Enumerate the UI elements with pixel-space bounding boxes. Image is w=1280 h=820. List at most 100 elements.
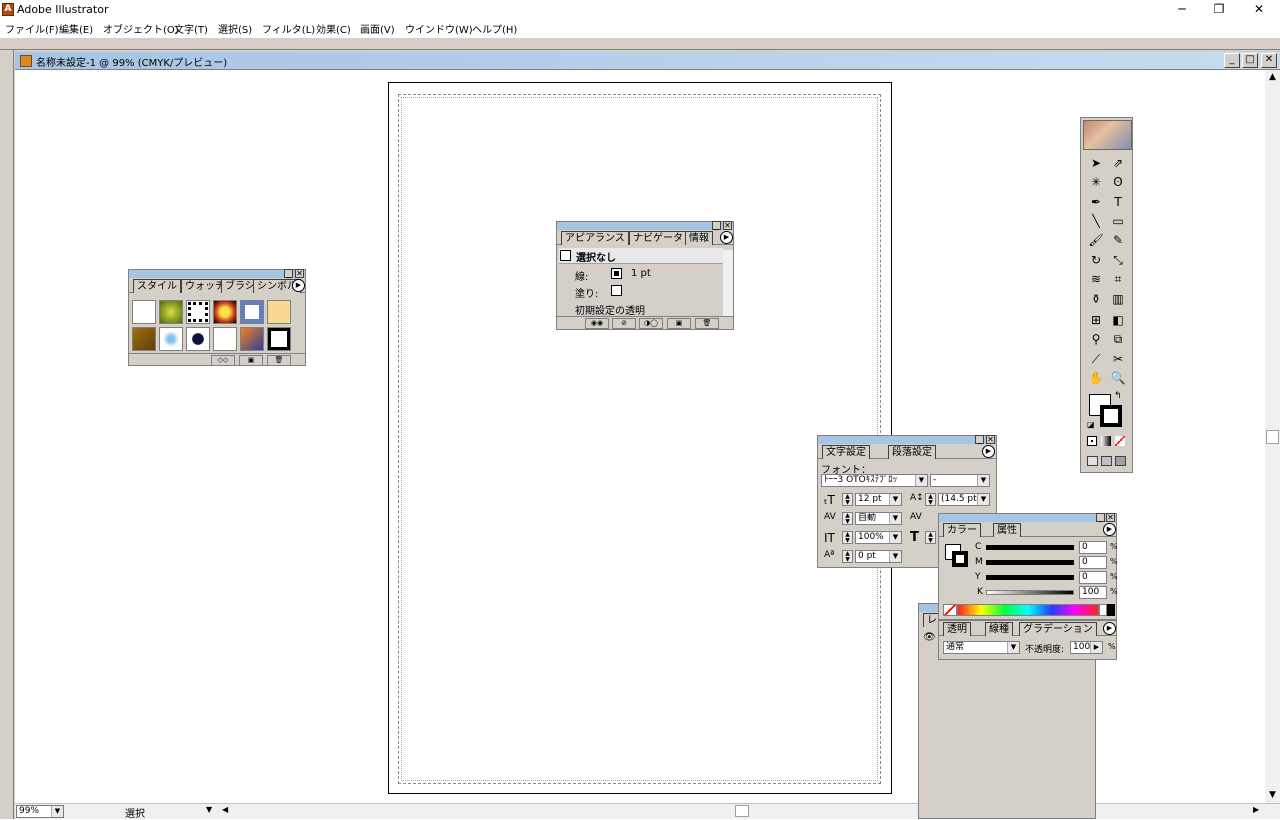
chevron-down-icon[interactable]: ▼ — [889, 494, 901, 505]
tab-info[interactable]: 情報 — [685, 231, 713, 245]
slice-tool-icon[interactable]: ⟋ — [1086, 350, 1106, 368]
tab-styles[interactable]: スタイル — [133, 279, 181, 293]
tab-attributes[interactable]: 属性 — [993, 523, 1021, 537]
default-colors-icon[interactable]: ◪ — [1087, 420, 1095, 429]
pencil-tool-icon[interactable]: ✎ — [1108, 231, 1128, 249]
free-transform-icon[interactable]: ⌗ — [1108, 270, 1128, 288]
tab-gradient[interactable]: グラデーション — [1019, 622, 1097, 636]
chevron-down-icon[interactable]: ▼ — [1007, 642, 1019, 653]
panel-menu-icon[interactable]: ▶ — [720, 231, 733, 244]
mesh-tool-icon[interactable]: ⊞ — [1086, 311, 1106, 329]
panel-minimize-button[interactable]: _ — [1096, 513, 1105, 522]
tab-transparency[interactable]: 透明 — [943, 622, 971, 636]
close-button[interactable]: ✕ — [1239, 1, 1279, 18]
yellow-slider[interactable] — [986, 575, 1074, 580]
clear-appearance-icon[interactable]: ⊘ — [612, 318, 636, 329]
vertical-scrollbar[interactable]: ▲ ▼ — [1265, 70, 1280, 803]
type-tool-icon[interactable]: T — [1108, 193, 1128, 211]
vertical-scale-stepper[interactable]: ▲ ▼ — [842, 531, 853, 544]
graph-tool-icon[interactable]: ▥ — [1108, 290, 1128, 308]
panel-menu-icon[interactable]: ▶ — [982, 445, 995, 458]
minimize-button[interactable]: ─ — [1162, 1, 1202, 18]
doc-maximize-button[interactable]: □ — [1242, 53, 1258, 68]
panel-scrollbar[interactable] — [723, 250, 733, 316]
scroll-right-arrow-icon[interactable]: ▶ — [1253, 805, 1259, 814]
tab-character[interactable]: 文字設定 — [822, 445, 870, 459]
chevron-down-icon[interactable]: ▼ — [889, 513, 901, 524]
kerning-field[interactable]: 自動 ▼ — [855, 512, 902, 525]
yellow-field[interactable]: 0 — [1079, 571, 1107, 584]
menu-edit[interactable]: 編集(E) — [59, 21, 93, 36]
zoom-tool-icon[interactable]: 🔍 — [1108, 369, 1128, 387]
panel-menu-icon[interactable]: ▶ — [292, 279, 305, 292]
scroll-up-arrow-icon[interactable]: ▲ — [1265, 70, 1280, 85]
cyan-field[interactable]: 0 — [1079, 541, 1107, 554]
menu-object[interactable]: オブジェクト(O) — [103, 21, 179, 36]
chevron-down-icon[interactable]: ▼ — [977, 475, 989, 486]
direct-selection-tool-icon[interactable]: ⇗ — [1108, 154, 1128, 172]
font-style-select[interactable]: - ▼ — [930, 474, 990, 487]
new-art-maintains-icon[interactable]: ◉◉ — [585, 318, 609, 329]
selection-tool-icon[interactable]: ➤ — [1086, 154, 1106, 172]
menu-effect[interactable]: 効果(C) — [316, 21, 351, 36]
tab-stroke[interactable]: 線種 — [985, 622, 1013, 636]
white-swatch[interactable] — [1099, 604, 1107, 616]
black-field[interactable]: 100 — [1079, 586, 1107, 599]
brush-tool-icon[interactable]: 🖌 — [1086, 231, 1106, 249]
chevron-down-icon[interactable]: ▼ — [977, 494, 989, 505]
doc-close-button[interactable]: ✕ — [1261, 53, 1277, 68]
magenta-slider[interactable] — [986, 560, 1074, 565]
menu-filter[interactable]: フィルタ(L) — [262, 21, 315, 36]
scroll-thumb[interactable] — [1266, 430, 1279, 444]
menu-type[interactable]: 文字(T) — [174, 21, 208, 36]
scroll-down-arrow-icon[interactable]: ▼ — [1265, 788, 1280, 803]
scissors-icon[interactable]: ✂ — [1108, 350, 1128, 368]
chevron-right-icon[interactable]: ▶ — [1090, 642, 1102, 653]
style-swatch[interactable] — [186, 327, 210, 351]
tab-navigator[interactable]: ナビゲータ — [629, 231, 687, 245]
scroll-left-arrow-icon[interactable]: ◀ — [222, 805, 228, 814]
warp-tool-icon[interactable]: ≋ — [1086, 270, 1106, 288]
style-swatch[interactable] — [240, 300, 264, 324]
stroke-color-box[interactable] — [952, 551, 968, 567]
chevron-down-icon[interactable]: ▼ — [51, 806, 63, 817]
duplicate-item-icon[interactable]: ▣ — [667, 318, 691, 329]
baseline-field[interactable]: 0 pt ▼ — [855, 550, 902, 563]
full-screen-mode-icon[interactable] — [1115, 456, 1126, 466]
eyedropper-icon[interactable]: ⚲ — [1086, 330, 1106, 348]
panel-close-button[interactable]: ✕ — [295, 269, 304, 278]
rotate-tool-icon[interactable]: ↻ — [1086, 251, 1106, 269]
full-screen-menu-mode-icon[interactable] — [1101, 456, 1112, 466]
chevron-down-icon[interactable]: ▼ — [915, 475, 927, 486]
style-swatch[interactable] — [213, 327, 237, 351]
panel-menu-icon[interactable]: ▶ — [1103, 622, 1116, 635]
restore-button[interactable]: ❐ — [1199, 1, 1239, 18]
opacity-field[interactable]: 100 ▶ — [1070, 641, 1103, 654]
font-family-select[interactable]: ﾄｰｰ3 OTOｷｽﾃﾌﾟﾛｯ ▼ — [821, 474, 928, 487]
style-swatch[interactable] — [132, 300, 156, 324]
tab-color[interactable]: カラー — [943, 523, 981, 537]
fill-swatch[interactable] — [611, 285, 622, 296]
panel-title-bar[interactable] — [939, 514, 1116, 522]
reduce-basic-icon[interactable]: ◑◯ — [639, 318, 663, 329]
panel-minimize-button[interactable]: _ — [712, 221, 721, 230]
style-swatch[interactable] — [132, 327, 156, 351]
style-swatch[interactable] — [159, 327, 183, 351]
symbol-sprayer-icon[interactable]: ⚱ — [1086, 290, 1106, 308]
style-swatch[interactable] — [213, 300, 237, 324]
lasso-tool-icon[interactable]: ʘ — [1108, 173, 1128, 191]
leading-field[interactable]: (14.5 pt) ▼ — [938, 493, 990, 506]
hscroll-thumb[interactable] — [735, 805, 749, 817]
none-mode-icon[interactable] — [1115, 436, 1125, 446]
panel-minimize-button[interactable]: _ — [975, 435, 984, 444]
color-mode-icon[interactable] — [1087, 436, 1097, 446]
line-tool-icon[interactable]: ╲ — [1086, 212, 1106, 230]
chevron-down-icon[interactable]: ▼ — [889, 551, 901, 562]
horizontal-scale-stepper[interactable]: ▲ ▼ — [925, 531, 936, 544]
kerning-stepper[interactable]: ▲ ▼ — [842, 512, 853, 525]
menu-select[interactable]: 選択(S) — [218, 21, 252, 36]
black-swatch[interactable] — [1107, 604, 1115, 616]
zoom-field[interactable]: 99% ▼ — [16, 805, 64, 818]
panel-title-bar[interactable] — [818, 436, 996, 444]
panel-close-button[interactable]: ✕ — [1106, 513, 1115, 522]
